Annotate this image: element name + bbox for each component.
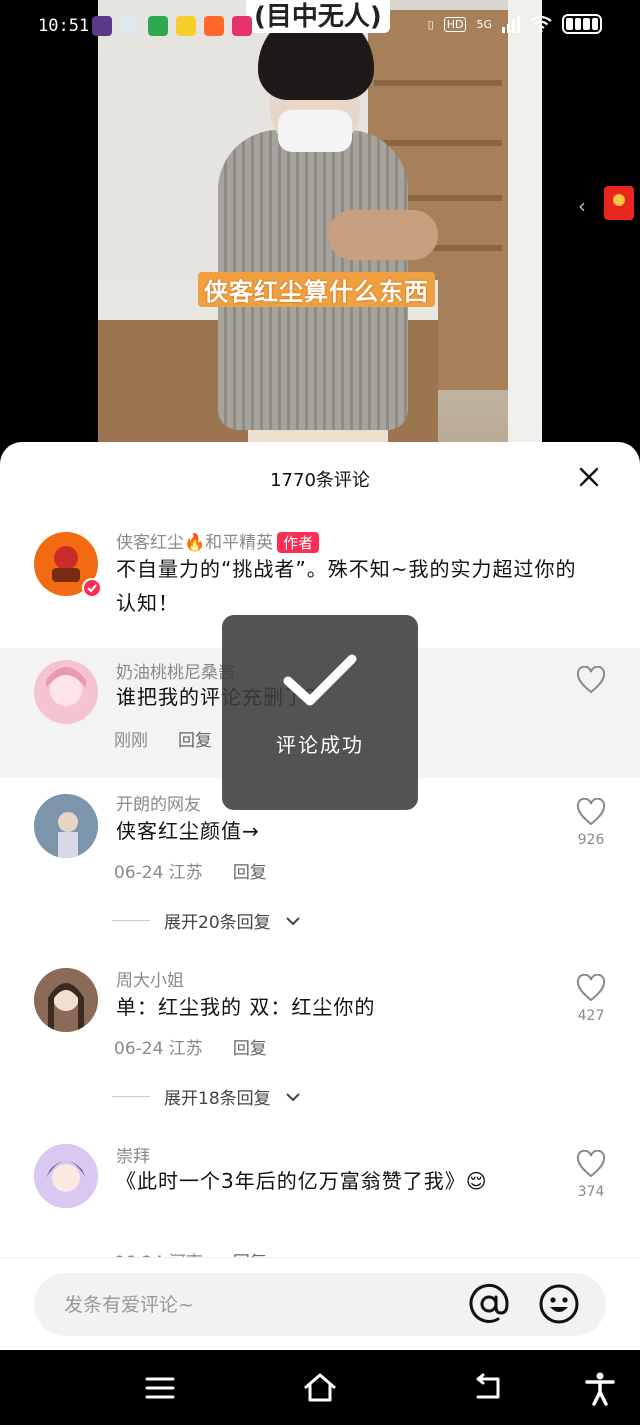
heart-icon — [576, 665, 606, 694]
network-label: 5G — [476, 17, 492, 31]
video-person-arms — [328, 210, 438, 260]
divider — [112, 1096, 150, 1097]
system-nav-bar — [0, 1350, 640, 1425]
app-icon — [204, 16, 224, 36]
emoji-icon[interactable] — [538, 1283, 580, 1325]
expand-replies-label: 展开18条回复 — [164, 1089, 271, 1109]
success-toast: 评论成功 — [222, 615, 418, 810]
play-store-icon — [148, 16, 168, 36]
heart-icon — [576, 973, 606, 1002]
expand-replies-button[interactable]: 展开18条回复 — [112, 1084, 301, 1109]
heart-icon — [576, 1149, 606, 1178]
like-count: 926 — [577, 832, 605, 848]
kuaishou-icon — [176, 16, 196, 36]
comment-input[interactable] — [64, 1290, 444, 1320]
like-button[interactable]: 926 — [574, 797, 608, 848]
avatar[interactable] — [34, 794, 98, 858]
chevron-left-icon[interactable]: ‹ — [578, 194, 586, 218]
comment-time: 刚刚 — [114, 731, 148, 751]
list-item[interactable]: 崇拜 《此时一个3年后的亿万富翁赞了我》😌 06-24 河南 回复 374 — [0, 1134, 640, 1273]
chevron-down-icon — [285, 1092, 300, 1101]
reply-button[interactable]: 回复 — [233, 1034, 267, 1059]
comment-time: 06-24 江苏 — [114, 863, 203, 883]
notification-icons — [92, 16, 252, 36]
comment-input-bar — [0, 1257, 640, 1350]
comments-title: 1770条评论 — [270, 470, 370, 491]
video-shelf-line — [374, 80, 502, 86]
app-icon — [232, 16, 252, 36]
wifi-icon — [530, 15, 552, 33]
list-item[interactable]: 周大小姐 单：红尘我的 双：红尘你的 06-24 江苏 回复 427 展开18条… — [0, 958, 640, 1118]
comment-username: 侠客红尘🔥和平精英 作者 — [116, 528, 320, 553]
status-bar: 10:51 ▯ HD 5G — [0, 0, 640, 56]
video-person-mask — [278, 110, 352, 152]
author-tag: 作者 — [277, 532, 320, 553]
video-caption: 侠客红尘算什么东西 — [198, 272, 435, 307]
comment-time: 06-24 江苏 — [114, 1039, 203, 1059]
verified-badge-icon — [82, 578, 102, 598]
hd-icon: HD — [443, 16, 467, 32]
comment-input-container[interactable] — [34, 1273, 606, 1336]
video-shelf-line — [374, 140, 502, 146]
comment-meta: 06-24 江苏 回复 — [114, 1034, 267, 1059]
heart-icon — [576, 797, 606, 826]
like-button[interactable]: 374 — [574, 1149, 608, 1200]
close-icon[interactable] — [578, 466, 600, 488]
status-indicators: ▯ HD 5G — [428, 14, 602, 34]
avatar[interactable] — [34, 660, 98, 724]
comment-meta: 刚刚 回复 — [114, 726, 212, 751]
avatar[interactable] — [34, 1144, 98, 1208]
toast-text: 评论成功 — [276, 733, 364, 757]
comment-username: 开朗的网友 — [116, 795, 201, 815]
menu-icon[interactable] — [142, 1370, 178, 1406]
vibrate-icon: ▯ — [427, 17, 434, 31]
avatar[interactable] — [34, 968, 98, 1032]
comment-text: 单：红尘我的 双：红尘你的 — [116, 995, 376, 1019]
expand-replies-button[interactable]: 展开20条回复 — [112, 908, 301, 933]
like-button[interactable]: 427 — [574, 973, 608, 1024]
video-door — [508, 0, 542, 445]
home-icon[interactable] — [302, 1370, 338, 1406]
video-player[interactable]: (目中无人) 侠客红尘算什么东西 — [98, 0, 542, 445]
accessibility-icon[interactable] — [582, 1370, 618, 1406]
battery-icon — [562, 14, 602, 34]
comment-username: 周大小姐 — [116, 971, 184, 991]
divider — [112, 920, 150, 921]
comment-text: 不自量力的“挑战者”。殊不知~我的实力超过你的认知！ — [116, 557, 577, 615]
game-app-icon — [92, 16, 112, 36]
status-time: 10:51 — [38, 16, 90, 36]
like-count: 374 — [577, 1184, 605, 1200]
like-count: 427 — [577, 1008, 605, 1024]
signal-icon — [502, 15, 520, 33]
checkmark-icon — [283, 654, 357, 706]
comments-panel: 1770条评论 侠客红尘🔥和平精英 作者 不自量力的“挑战者”。殊不知~我的实力超… — [0, 442, 640, 1350]
comment-text: 《此时一个3年后的亿万富翁赞了我》😌 — [116, 1169, 488, 1193]
author-username: 侠客红尘🔥和平精英 — [116, 533, 274, 553]
back-icon[interactable] — [470, 1370, 506, 1406]
comment-meta: 06-24 江苏 回复 — [114, 858, 267, 883]
reply-button[interactable]: 回复 — [178, 726, 212, 751]
chevron-down-icon — [285, 916, 300, 925]
cloud-icon — [120, 16, 140, 36]
at-icon[interactable] — [468, 1283, 510, 1325]
like-button[interactable] — [574, 665, 608, 700]
expand-replies-label: 展开20条回复 — [164, 913, 271, 933]
reply-button[interactable]: 回复 — [233, 858, 267, 883]
red-packet-icon[interactable] — [604, 186, 634, 220]
comment-text: 侠客红尘颜值→ — [116, 819, 260, 843]
